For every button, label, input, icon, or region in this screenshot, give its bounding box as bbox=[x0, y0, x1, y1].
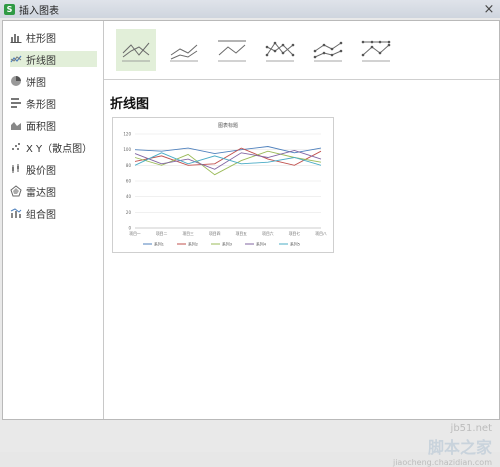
subtype-line-with-markers[interactable] bbox=[260, 29, 300, 71]
series-line bbox=[134, 150, 322, 176]
close-button[interactable]: × bbox=[478, 0, 500, 18]
sidebar-item-line[interactable]: 折线图 bbox=[10, 51, 97, 67]
y-tick-label: 20 bbox=[126, 210, 132, 215]
sidebar-item-pie[interactable]: 饼图 bbox=[10, 73, 97, 89]
percent-stacked-line-with-markers-icon bbox=[361, 40, 391, 62]
gallery-divider bbox=[104, 79, 499, 80]
y-tick-label: 40 bbox=[126, 194, 132, 199]
app-logo-icon: S bbox=[4, 3, 15, 15]
y-tick-label: 0 bbox=[128, 226, 131, 231]
series-line bbox=[134, 146, 322, 155]
x-tick-label: 项目五 bbox=[236, 231, 248, 236]
stock-chart-icon bbox=[12, 164, 19, 173]
chart-type-sidebar: 柱形图 折线图 饼图 条形图 面积图 X Y（散点图） 股价图 雷达图 组合图 bbox=[3, 21, 104, 419]
title-bar: S 插入图表 × bbox=[0, 0, 500, 18]
legend-entry: 系列1 bbox=[154, 242, 165, 247]
stacked-line-with-markers-icon bbox=[313, 41, 343, 62]
area-chart-icon bbox=[11, 122, 21, 130]
legend-entry: 系列3 bbox=[222, 242, 233, 247]
sidebar-item-column[interactable]: 柱形图 bbox=[10, 29, 97, 45]
sidebar-item-label: 条形图 bbox=[26, 99, 56, 111]
subtype-percent-stacked-line[interactable] bbox=[212, 29, 252, 71]
dialog-body: 柱形图 折线图 饼图 条形图 面积图 X Y（散点图） 股价图 雷达图 组合图 … bbox=[2, 20, 500, 420]
watermark-title: 脚本之家 bbox=[427, 438, 492, 457]
chart-title: 图表标题 bbox=[218, 122, 238, 129]
y-tick-label: 100 bbox=[123, 147, 131, 152]
legend-entry: 系列2 bbox=[188, 242, 199, 247]
subtype-stacked-line-with-markers[interactable] bbox=[308, 29, 348, 71]
sidebar-item-scatter[interactable]: X Y（散点图） bbox=[10, 139, 97, 155]
watermark: jb51.net 脚本之家 jiaocheng.chazidian.com bbox=[393, 423, 492, 467]
subtype-percent-stacked-line-with-markers[interactable] bbox=[356, 29, 396, 71]
stacked-line-icon bbox=[170, 44, 198, 62]
x-tick-label: 项目二 bbox=[156, 231, 168, 236]
sidebar-item-combo[interactable]: 组合图 bbox=[10, 205, 97, 221]
watermark-site: jb51.net bbox=[450, 423, 492, 434]
line-with-markers-icon bbox=[265, 41, 295, 62]
dialog-footer: jb51.net 脚本之家 jiaocheng.chazidian.com bbox=[0, 420, 500, 467]
line-icon bbox=[122, 42, 150, 62]
preview-chart: 图表标题 0 20 40 60 80 100 120 项目一 项目二 项目三 项目四 项目五 项目六 项目七… bbox=[123, 122, 327, 247]
combo-chart-icon bbox=[10, 208, 22, 218]
bar-chart-icon bbox=[10, 34, 22, 43]
sidebar-item-area[interactable]: 面积图 bbox=[10, 117, 97, 133]
sidebar-item-label: 柱形图 bbox=[26, 33, 56, 45]
pie-chart-icon bbox=[11, 76, 21, 86]
x-tick-label: 项目一 bbox=[129, 231, 141, 236]
subtype-title: 折线图 bbox=[110, 97, 150, 112]
sidebar-item-label: 折线图 bbox=[26, 55, 56, 67]
y-tick-label: 80 bbox=[126, 163, 132, 168]
sidebar-item-label: X Y（散点图） bbox=[26, 143, 93, 155]
x-tick-label: 项目三 bbox=[182, 231, 194, 236]
watermark-url: jiaocheng.chazidian.com bbox=[392, 458, 492, 467]
legend-entry: 系列4 bbox=[256, 242, 267, 247]
sidebar-item-bar[interactable]: 条形图 bbox=[10, 95, 97, 111]
sidebar-item-label: 饼图 bbox=[26, 77, 46, 89]
y-tick-label: 60 bbox=[126, 179, 132, 184]
line-chart-icon bbox=[10, 55, 22, 63]
legend-entry: 系列5 bbox=[290, 242, 301, 247]
close-icon: × bbox=[483, 1, 495, 17]
sidebar-item-radar[interactable]: 雷达图 bbox=[10, 183, 97, 199]
dialog-title: 插入图表 bbox=[19, 5, 59, 17]
chart-content-area: 折线图 图表标题 0 20 40 60 80 100 120 项目一 项目二 项目三 项目四 项目五 项目… bbox=[104, 21, 499, 419]
scatter-chart-icon bbox=[12, 143, 20, 150]
sidebar-item-label: 股价图 bbox=[26, 165, 56, 177]
radar-chart-icon bbox=[10, 185, 22, 197]
x-tick-label: 项目八 bbox=[315, 231, 327, 236]
sidebar-item-stock[interactable]: 股价图 bbox=[10, 161, 97, 177]
x-tick-label: 项目七 bbox=[289, 231, 301, 236]
subtype-line[interactable] bbox=[116, 29, 156, 71]
subtype-stacked-line[interactable] bbox=[164, 29, 204, 71]
percent-stacked-line-icon bbox=[218, 40, 246, 62]
y-tick-label: 120 bbox=[123, 132, 131, 137]
sidebar-item-label: 雷达图 bbox=[26, 187, 56, 199]
horizontal-bar-chart-icon bbox=[11, 98, 21, 108]
x-tick-label: 项目六 bbox=[262, 231, 274, 236]
x-tick-label: 项目四 bbox=[209, 231, 221, 236]
chart-preview[interactable]: 图表标题 0 20 40 60 80 100 120 项目一 项目二 项目三 项目四 项目五 项目六 项目七… bbox=[112, 117, 334, 253]
insert-chart-dialog: S 插入图表 × 柱形图 折线图 饼图 条形图 面积图 X Y（散点图） 股价图… bbox=[0, 0, 500, 467]
sidebar-item-label: 组合图 bbox=[26, 209, 56, 221]
sidebar-item-label: 面积图 bbox=[26, 121, 56, 133]
